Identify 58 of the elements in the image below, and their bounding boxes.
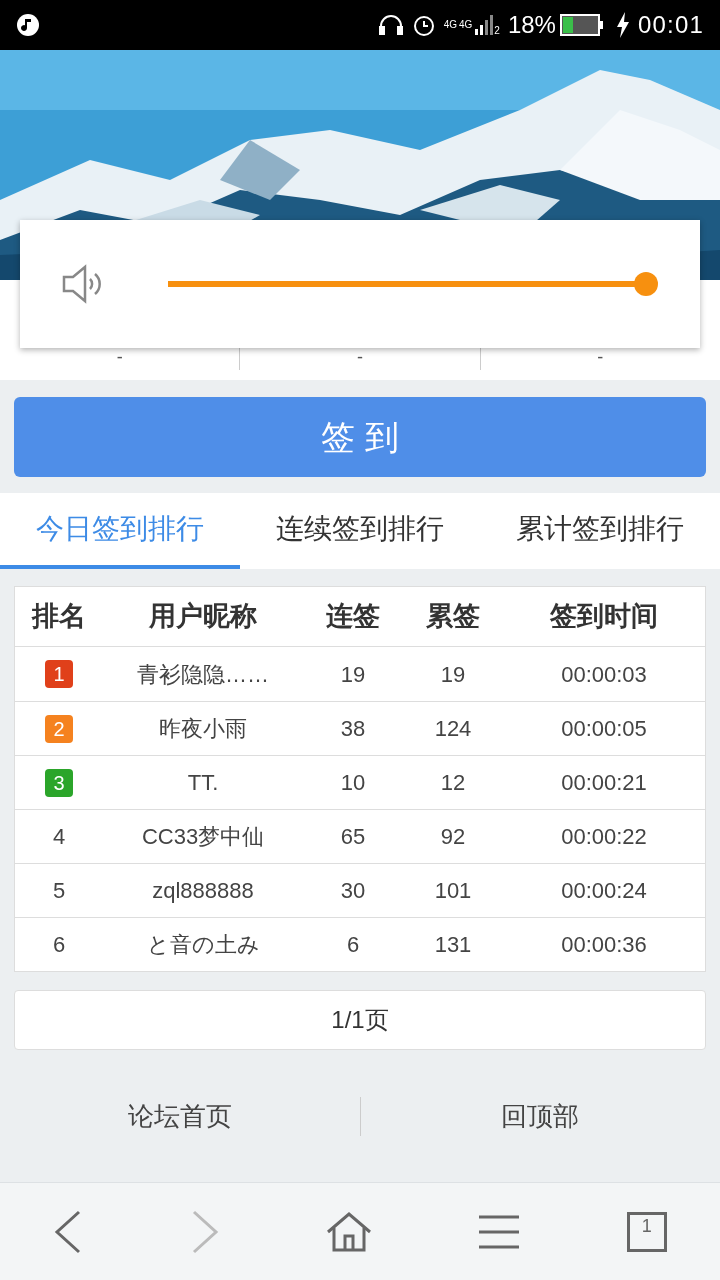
alarm-icon xyxy=(411,13,436,37)
sign-in-time: 00:00:05 xyxy=(560,715,648,743)
menu-icon[interactable] xyxy=(478,1214,521,1249)
headphones-icon xyxy=(377,13,404,37)
home-icon[interactable] xyxy=(325,1211,372,1252)
network-type-label: 4G xyxy=(443,20,457,30)
charging-icon xyxy=(615,12,630,38)
ranking-tab[interactable]: 连续签到排行 xyxy=(240,493,480,569)
stat-value: - xyxy=(597,348,604,369)
user-nickname: 青衫隐隐…… xyxy=(136,660,270,689)
streak-count: 6 xyxy=(345,931,361,959)
ranking-tab[interactable]: 累计签到排行 xyxy=(480,493,720,569)
total-count: 131 xyxy=(433,931,473,959)
slider-thumb[interactable] xyxy=(634,272,658,296)
rank-badge: 3 xyxy=(45,768,73,797)
rank-number: 6 xyxy=(52,931,66,959)
rank-number: 5 xyxy=(52,877,66,905)
footer-link[interactable]: 论坛首页 xyxy=(127,1096,232,1136)
stat-value: - xyxy=(357,348,363,369)
total-count: 19 xyxy=(439,660,467,689)
footer-link[interactable]: 回顶部 xyxy=(501,1096,580,1136)
column-header: 累签 xyxy=(425,600,481,634)
sign-in-time: 00:00:03 xyxy=(560,660,648,689)
user-nickname: CC33梦中仙 xyxy=(140,823,266,851)
column-header: 连签 xyxy=(325,600,381,634)
total-count: 124 xyxy=(433,715,473,743)
signal-icon xyxy=(474,15,495,35)
column-header: 签到时间 xyxy=(549,600,659,634)
network-type-label: 4G xyxy=(459,20,473,30)
clock-time: 00:01 xyxy=(637,10,704,40)
user-nickname: TT. xyxy=(186,769,220,797)
user-nickname: 昨夜小雨 xyxy=(158,715,248,743)
sign-in-time: 00:00:22 xyxy=(560,823,648,851)
sign-in-time: 00:00:36 xyxy=(560,931,648,959)
music-note-icon xyxy=(16,13,40,37)
sign-in-time: 00:00:21 xyxy=(560,769,648,797)
user-nickname: zql888888 xyxy=(151,877,255,905)
sign-in-time: 00:00:24 xyxy=(560,877,648,905)
streak-count: 38 xyxy=(339,715,367,743)
battery-icon xyxy=(559,14,604,36)
total-count: 101 xyxy=(433,877,473,905)
streak-count: 65 xyxy=(339,823,367,851)
streak-count: 10 xyxy=(339,769,367,797)
total-count: 12 xyxy=(439,769,467,797)
rank-badge: 2 xyxy=(45,714,73,743)
streak-count: 19 xyxy=(339,660,367,689)
streak-count: 30 xyxy=(339,877,367,905)
tabs-button[interactable]: 1 xyxy=(626,1211,667,1252)
rank-badge: 1 xyxy=(45,660,73,688)
sim-label: 2 xyxy=(494,24,500,38)
user-nickname: と音の土み xyxy=(145,931,261,959)
column-header: 排名 xyxy=(30,600,87,634)
stat-value: - xyxy=(116,348,123,369)
page-indicator: 1/1页 xyxy=(331,1005,389,1035)
rank-number: 4 xyxy=(52,823,66,851)
battery-percent: 18% xyxy=(507,10,556,40)
total-count: 92 xyxy=(439,823,467,851)
column-header: 用户昵称 xyxy=(148,600,258,634)
